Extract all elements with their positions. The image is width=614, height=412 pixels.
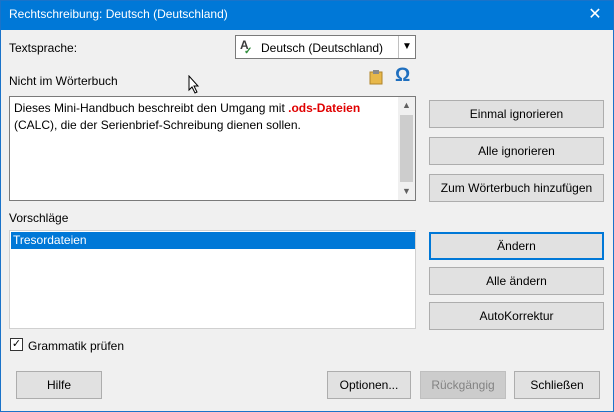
- change-all-button[interactable]: Alle ändern: [429, 267, 604, 295]
- suggestions-list[interactable]: Tresordateien: [9, 230, 416, 329]
- close-button[interactable]: Schließen: [514, 371, 600, 399]
- sentence-text[interactable]: Dieses Mini-Handbuch beschreibt den Umga…: [14, 100, 394, 134]
- checkbox-checked-icon[interactable]: ✓: [10, 338, 23, 351]
- mouse-cursor-icon: [188, 75, 200, 94]
- window-title: Rechtschreibung: Deutsch (Deutschland): [9, 7, 228, 21]
- language-check-icon: A ✓: [240, 38, 253, 57]
- language-select-value: Deutsch (Deutschland): [261, 41, 384, 55]
- suggestions-label: Vorschläge: [9, 211, 69, 225]
- sentence-textbox[interactable]: Dieses Mini-Handbuch beschreibt den Umga…: [9, 96, 416, 201]
- grammar-check-label[interactable]: Grammatik prüfen: [28, 339, 124, 353]
- add-to-dictionary-button[interactable]: Zum Wörterbuch hinzufügen: [429, 174, 604, 202]
- title-bar[interactable]: Rechtschreibung: Deutsch (Deutschland) ✕: [1, 1, 613, 30]
- sentence-text-after: (CALC), die der Serienbrief-Schreibung d…: [14, 118, 301, 132]
- ignore-all-button[interactable]: Alle ignorieren: [429, 137, 604, 165]
- language-select[interactable]: A ✓ Deutsch (Deutschland) ▼: [235, 35, 416, 59]
- close-icon[interactable]: ✕: [585, 4, 605, 24]
- not-in-dictionary-label: Nicht im Wörterbuch: [9, 74, 118, 88]
- sentence-text-before: Dieses Mini-Handbuch beschreibt den Umga…: [14, 101, 289, 115]
- ignore-once-button[interactable]: Einmal ignorieren: [429, 100, 604, 128]
- spelling-dialog: Rechtschreibung: Deutsch (Deutschland) ✕…: [0, 0, 614, 412]
- chevron-down-icon[interactable]: ▼: [398, 36, 415, 58]
- help-button[interactable]: Hilfe: [16, 371, 102, 399]
- misspelled-word: .ods-Dateien: [288, 101, 361, 115]
- change-button[interactable]: Ändern: [429, 232, 604, 260]
- options-button[interactable]: Optionen...: [327, 371, 411, 399]
- scroll-up-icon[interactable]: ▲: [398, 97, 415, 114]
- scroll-down-icon[interactable]: ▼: [398, 183, 415, 200]
- undo-button[interactable]: Rückgängig: [420, 371, 506, 399]
- clipboard-icon[interactable]: [369, 69, 383, 85]
- scroll-thumb[interactable]: [400, 115, 413, 182]
- language-label: Textsprache:: [9, 41, 78, 55]
- list-item[interactable]: Tresordateien: [11, 232, 415, 249]
- vertical-scrollbar[interactable]: ▲ ▼: [398, 97, 415, 200]
- autocorrect-button[interactable]: AutoKorrektur: [429, 302, 604, 330]
- omega-icon[interactable]: Ω: [395, 65, 410, 87]
